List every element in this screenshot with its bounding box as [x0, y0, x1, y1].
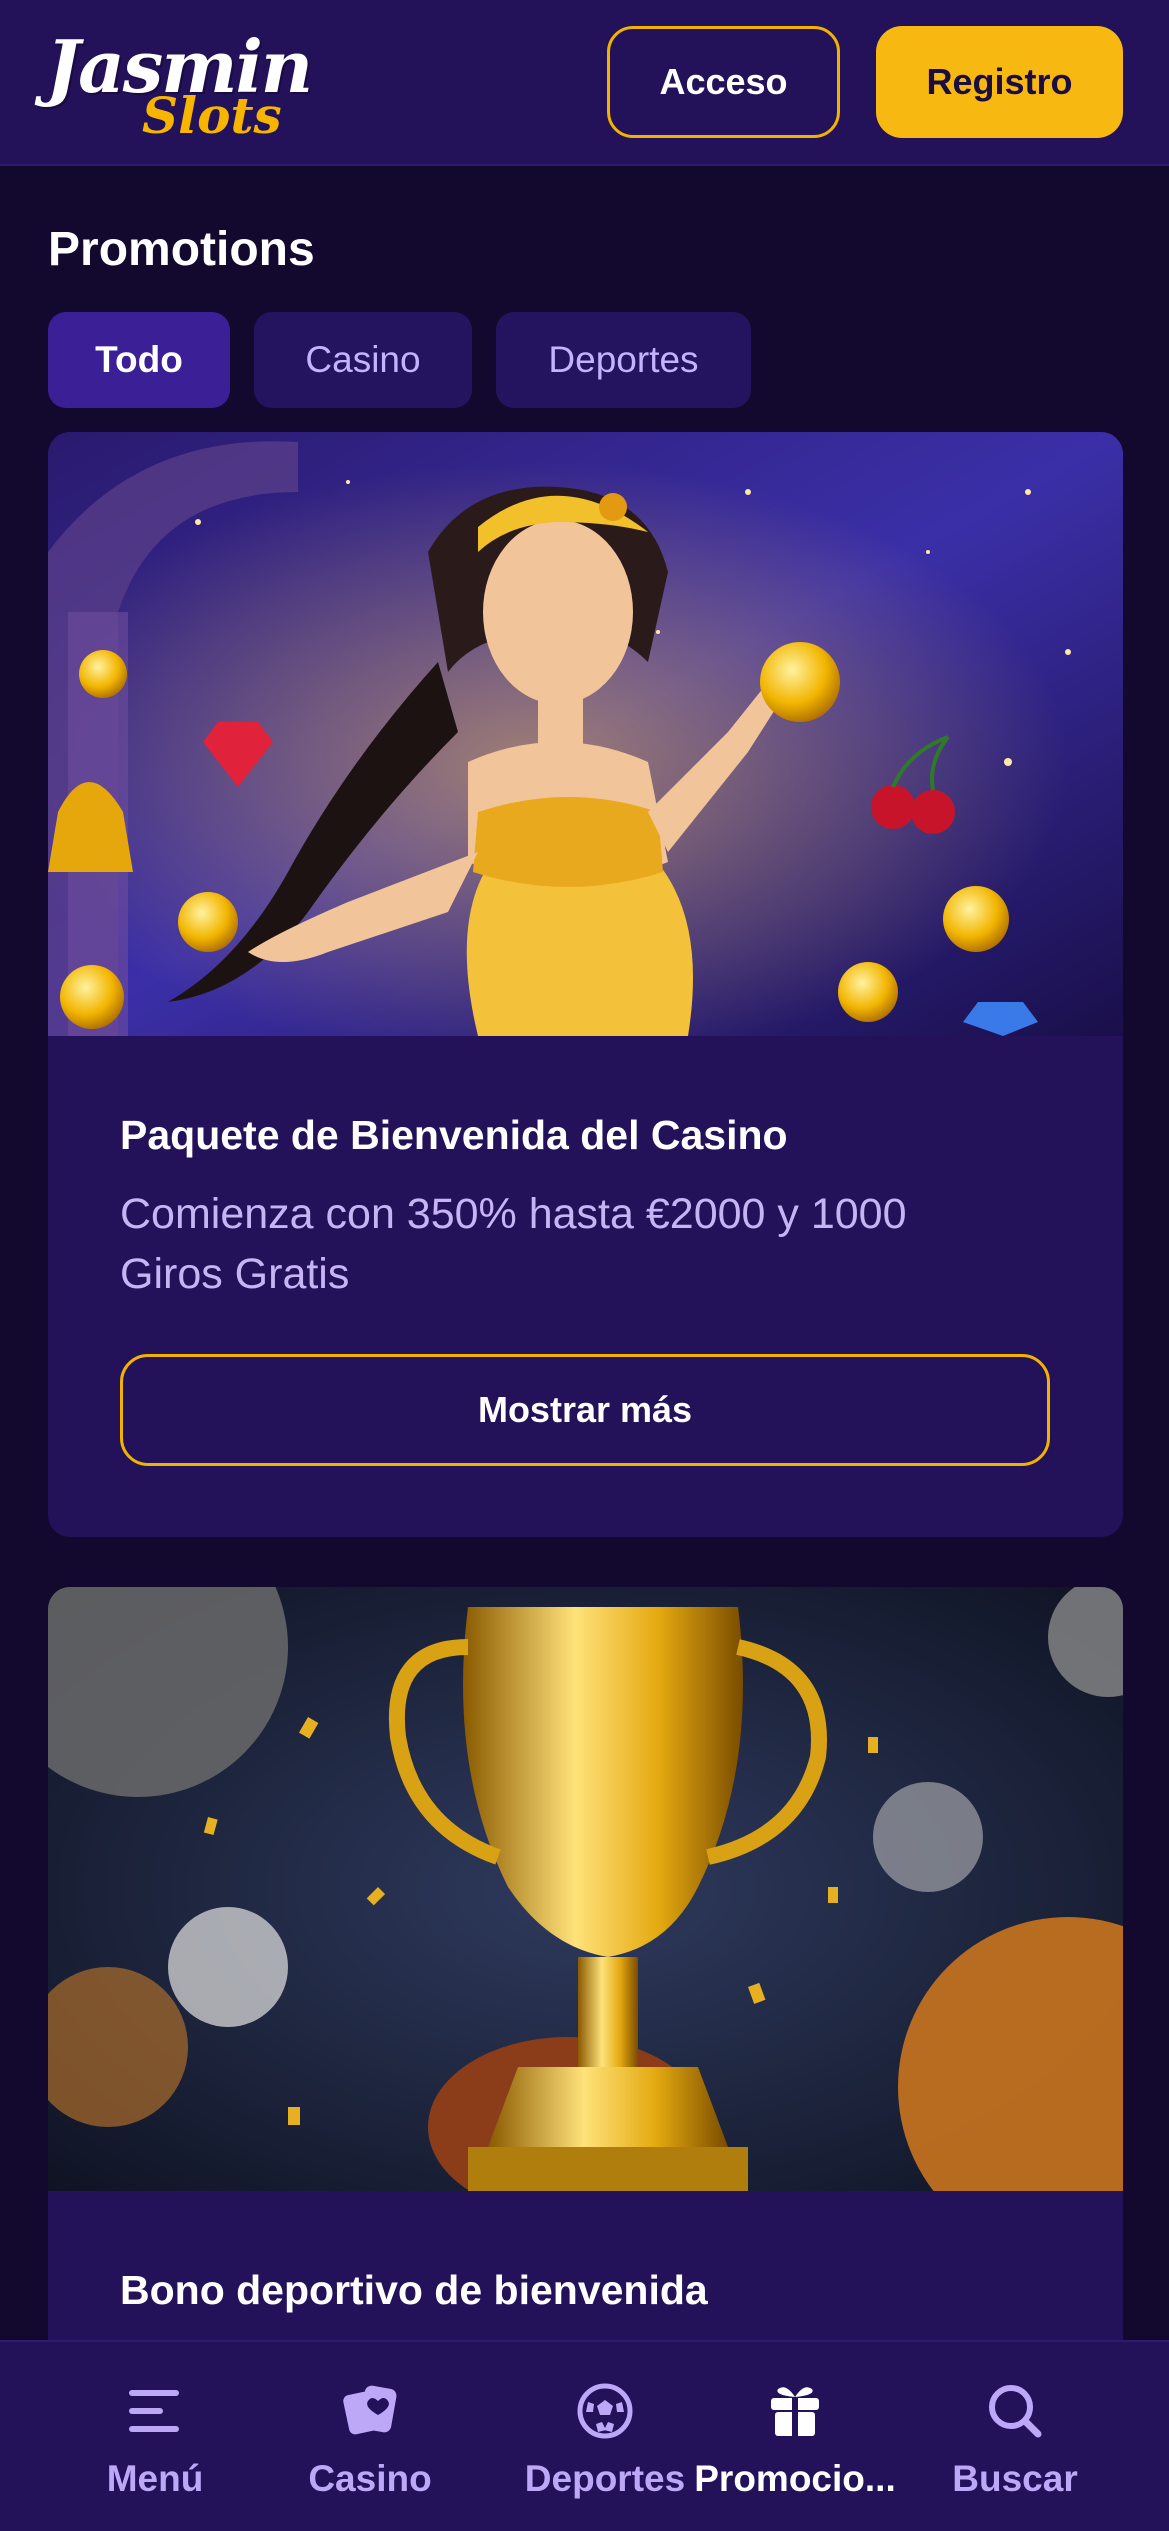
casino-cards-icon [339, 2380, 401, 2442]
jasmin-slots-logo[interactable]: Jasmin Slots [46, 24, 316, 145]
nav-item-buscar[interactable]: Buscar [940, 2342, 1090, 2531]
promo-title: Bono deportivo de bienvenida [120, 2267, 708, 2313]
gift-icon [764, 2380, 826, 2442]
promo-description: Comienza con 350% hasta €2000 y 1000 Gir… [120, 1190, 907, 1298]
login-button[interactable]: Acceso [607, 26, 840, 138]
promo-image-genie [48, 432, 1123, 1036]
show-more-button[interactable]: Mostrar más [120, 1354, 1050, 1466]
menu-icon [124, 2380, 186, 2442]
promotion-filter-tabs: Todo Casino Deportes [48, 312, 751, 408]
bottom-navigation: Menú Casino Deportes Promocio... Buscar [0, 2340, 1169, 2531]
nav-item-casino[interactable]: Casino [290, 2342, 450, 2531]
tab-todo[interactable]: Todo [48, 312, 230, 408]
nav-item-promociones[interactable]: Promocio... [690, 2342, 900, 2531]
search-icon [984, 2380, 1046, 2442]
promo-image-trophy [48, 1587, 1123, 2191]
promotions-page: Jasmin Slots Acceso Registro Promotions … [0, 0, 1169, 2531]
nav-label: Buscar [952, 2458, 1078, 2499]
nav-item-deportes[interactable]: Deportes [500, 2342, 710, 2531]
tab-deportes[interactable]: Deportes [496, 312, 751, 408]
nav-label: Promocio... [694, 2458, 896, 2499]
tab-casino[interactable]: Casino [254, 312, 472, 408]
nav-item-menu[interactable]: Menú [80, 2342, 230, 2531]
logo-sub-text: Slots [142, 86, 282, 145]
soccer-ball-icon [574, 2380, 636, 2442]
top-header: Jasmin Slots Acceso Registro [0, 0, 1169, 166]
register-button[interactable]: Registro [876, 26, 1123, 138]
page-title: Promotions [48, 223, 315, 276]
promo-title: Paquete de Bienvenida del Casino [120, 1112, 788, 1158]
nav-label: Deportes [524, 2458, 686, 2499]
nav-label: Casino [308, 2458, 432, 2499]
nav-label: Menú [106, 2458, 204, 2499]
promo-card-casino-welcome: Paquete de Bienvenida del Casino Comienz… [48, 432, 1123, 1537]
